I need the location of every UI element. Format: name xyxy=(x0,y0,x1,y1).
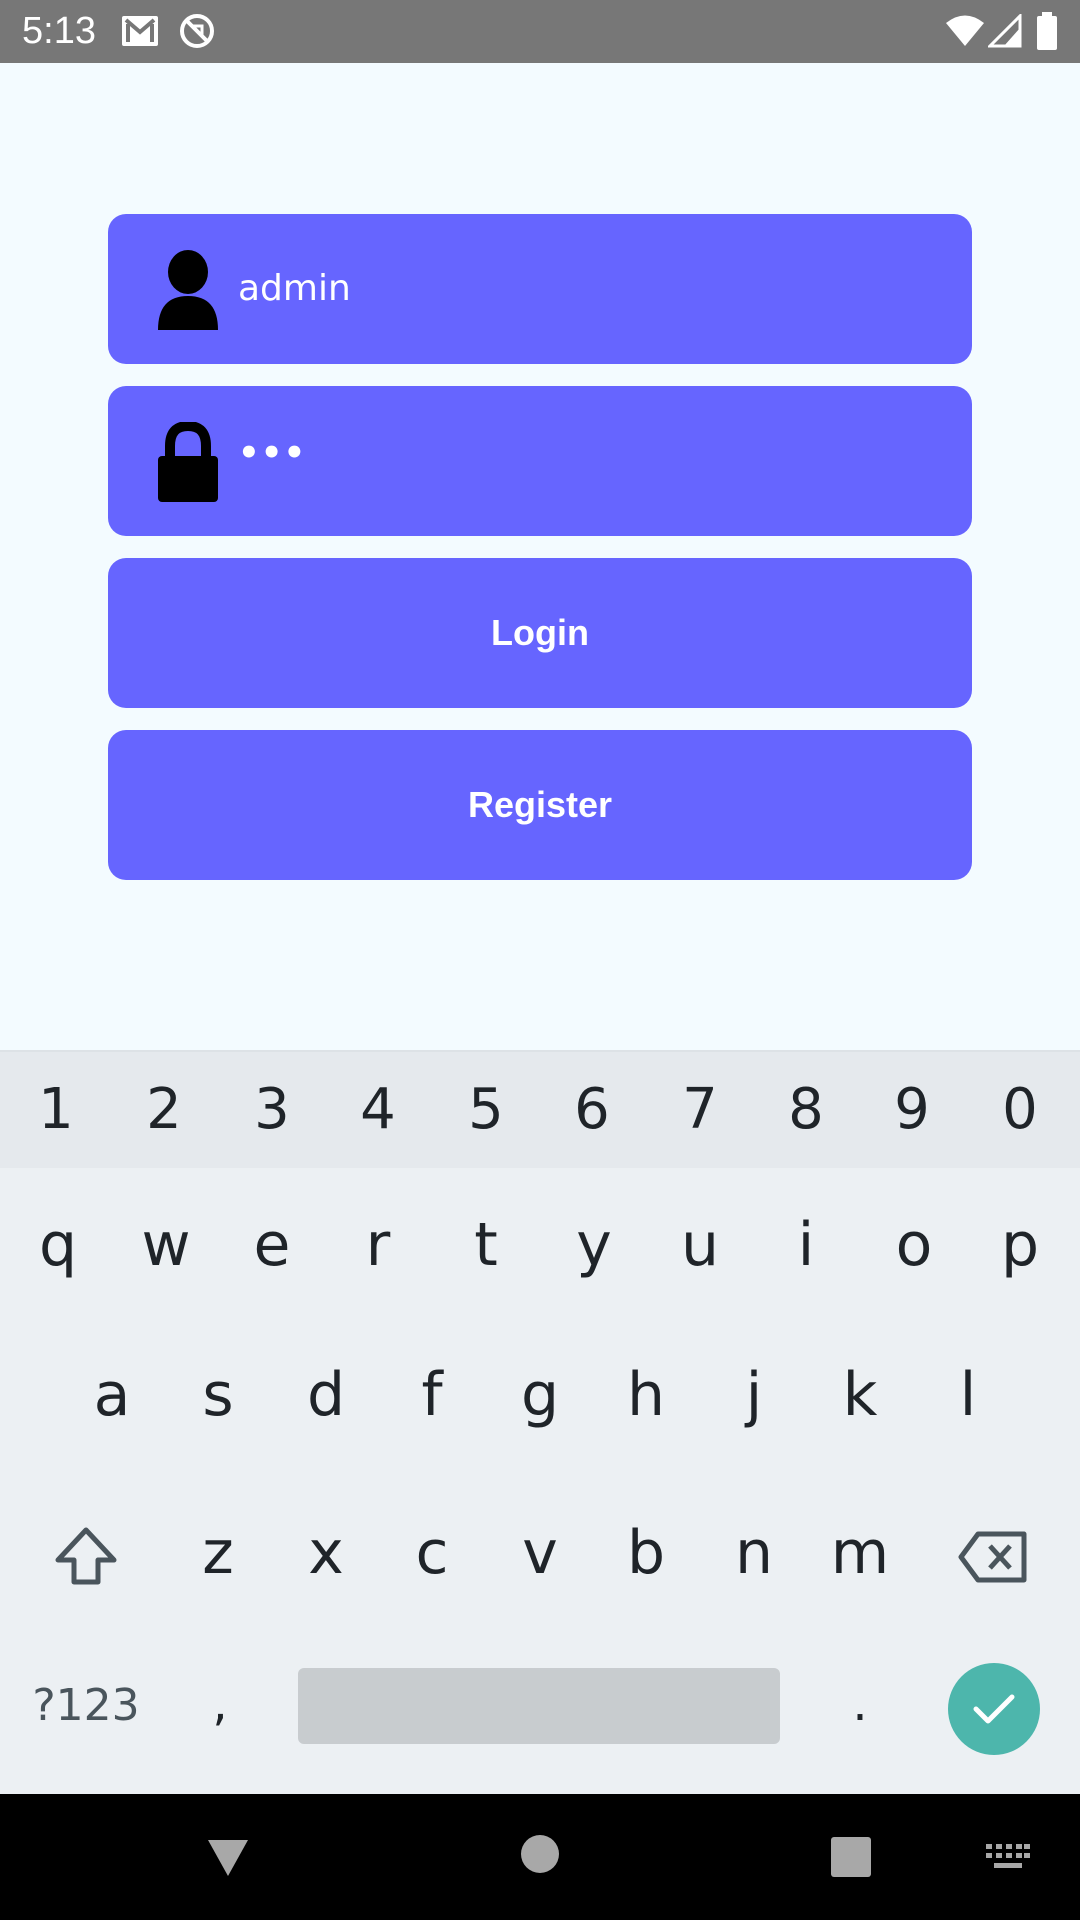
key-9[interactable]: 9 xyxy=(858,1078,966,1142)
key-u[interactable]: u xyxy=(646,1210,754,1280)
key-3[interactable]: 3 xyxy=(218,1078,326,1142)
symbols-key[interactable]: ?123 xyxy=(24,1680,148,1732)
signal-icon xyxy=(988,14,1022,48)
register-button-label: Register xyxy=(467,784,613,825)
login-button[interactable]: Login xyxy=(108,558,972,708)
key-d[interactable]: d xyxy=(272,1360,380,1430)
register-button[interactable]: Register xyxy=(108,730,972,880)
status-time: 5:13 xyxy=(22,10,96,52)
key-m[interactable]: m xyxy=(806,1518,914,1588)
key-c[interactable]: c xyxy=(378,1518,486,1588)
key-i[interactable]: i xyxy=(752,1210,860,1280)
key-x[interactable]: x xyxy=(272,1518,380,1588)
comma-key[interactable]: , xyxy=(180,1676,260,1732)
backspace-icon[interactable] xyxy=(958,1530,1028,1584)
period-key[interactable]: . xyxy=(820,1676,900,1732)
keyboard-switch-icon[interactable] xyxy=(986,1844,1030,1874)
key-s[interactable]: s xyxy=(164,1360,272,1430)
key-z[interactable]: z xyxy=(164,1518,272,1588)
wifi-icon xyxy=(946,15,984,46)
key-6[interactable]: 6 xyxy=(538,1078,646,1142)
key-g[interactable]: g xyxy=(486,1360,594,1430)
back-icon[interactable] xyxy=(204,1836,252,1880)
gmail-icon xyxy=(122,16,158,46)
key-n[interactable]: n xyxy=(700,1518,808,1588)
recents-icon[interactable] xyxy=(830,1836,872,1878)
key-7[interactable]: 7 xyxy=(646,1078,754,1142)
username-field[interactable]: admin xyxy=(108,214,972,364)
key-8[interactable]: 8 xyxy=(752,1078,860,1142)
soft-keyboard: 1 2 3 4 5 6 7 8 9 0 q w e r t y u i o p … xyxy=(0,1050,1080,1794)
checkmark-icon xyxy=(973,1694,1015,1724)
key-4[interactable]: 4 xyxy=(324,1078,432,1142)
key-r[interactable]: r xyxy=(324,1210,432,1280)
shift-icon[interactable] xyxy=(54,1526,118,1586)
key-v[interactable]: v xyxy=(486,1518,594,1588)
password-input[interactable]: ••• xyxy=(238,378,306,528)
space-key[interactable] xyxy=(298,1668,780,1744)
key-5[interactable]: 5 xyxy=(432,1078,540,1142)
key-j[interactable]: j xyxy=(700,1360,808,1430)
key-1[interactable]: 1 xyxy=(2,1078,110,1142)
key-e[interactable]: e xyxy=(218,1210,326,1280)
key-a[interactable]: a xyxy=(58,1360,166,1430)
key-o[interactable]: o xyxy=(860,1210,968,1280)
key-l[interactable]: l xyxy=(914,1360,1022,1430)
key-t[interactable]: t xyxy=(432,1210,540,1280)
navigation-bar xyxy=(0,1794,1080,1920)
home-icon[interactable] xyxy=(520,1834,560,1874)
key-y[interactable]: y xyxy=(540,1210,648,1280)
key-k[interactable]: k xyxy=(806,1360,914,1430)
status-bar: 5:13 xyxy=(0,0,1080,63)
key-h[interactable]: h xyxy=(592,1360,700,1430)
key-0[interactable]: 0 xyxy=(966,1078,1074,1142)
login-button-label: Login xyxy=(491,612,589,653)
key-q[interactable]: q xyxy=(4,1210,112,1280)
username-input[interactable]: admin xyxy=(238,214,351,364)
key-b[interactable]: b xyxy=(592,1518,700,1588)
battery-icon xyxy=(1037,12,1057,50)
user-icon xyxy=(158,250,218,330)
key-p[interactable]: p xyxy=(966,1210,1074,1280)
sync-off-icon xyxy=(180,14,214,48)
enter-key[interactable] xyxy=(948,1663,1040,1755)
key-w[interactable]: w xyxy=(112,1210,220,1280)
key-f[interactable]: f xyxy=(378,1360,486,1430)
number-row: 1 2 3 4 5 6 7 8 9 0 xyxy=(0,1050,1080,1168)
key-2[interactable]: 2 xyxy=(110,1078,218,1142)
lock-icon xyxy=(158,422,218,502)
password-field[interactable]: ••• xyxy=(108,386,972,536)
